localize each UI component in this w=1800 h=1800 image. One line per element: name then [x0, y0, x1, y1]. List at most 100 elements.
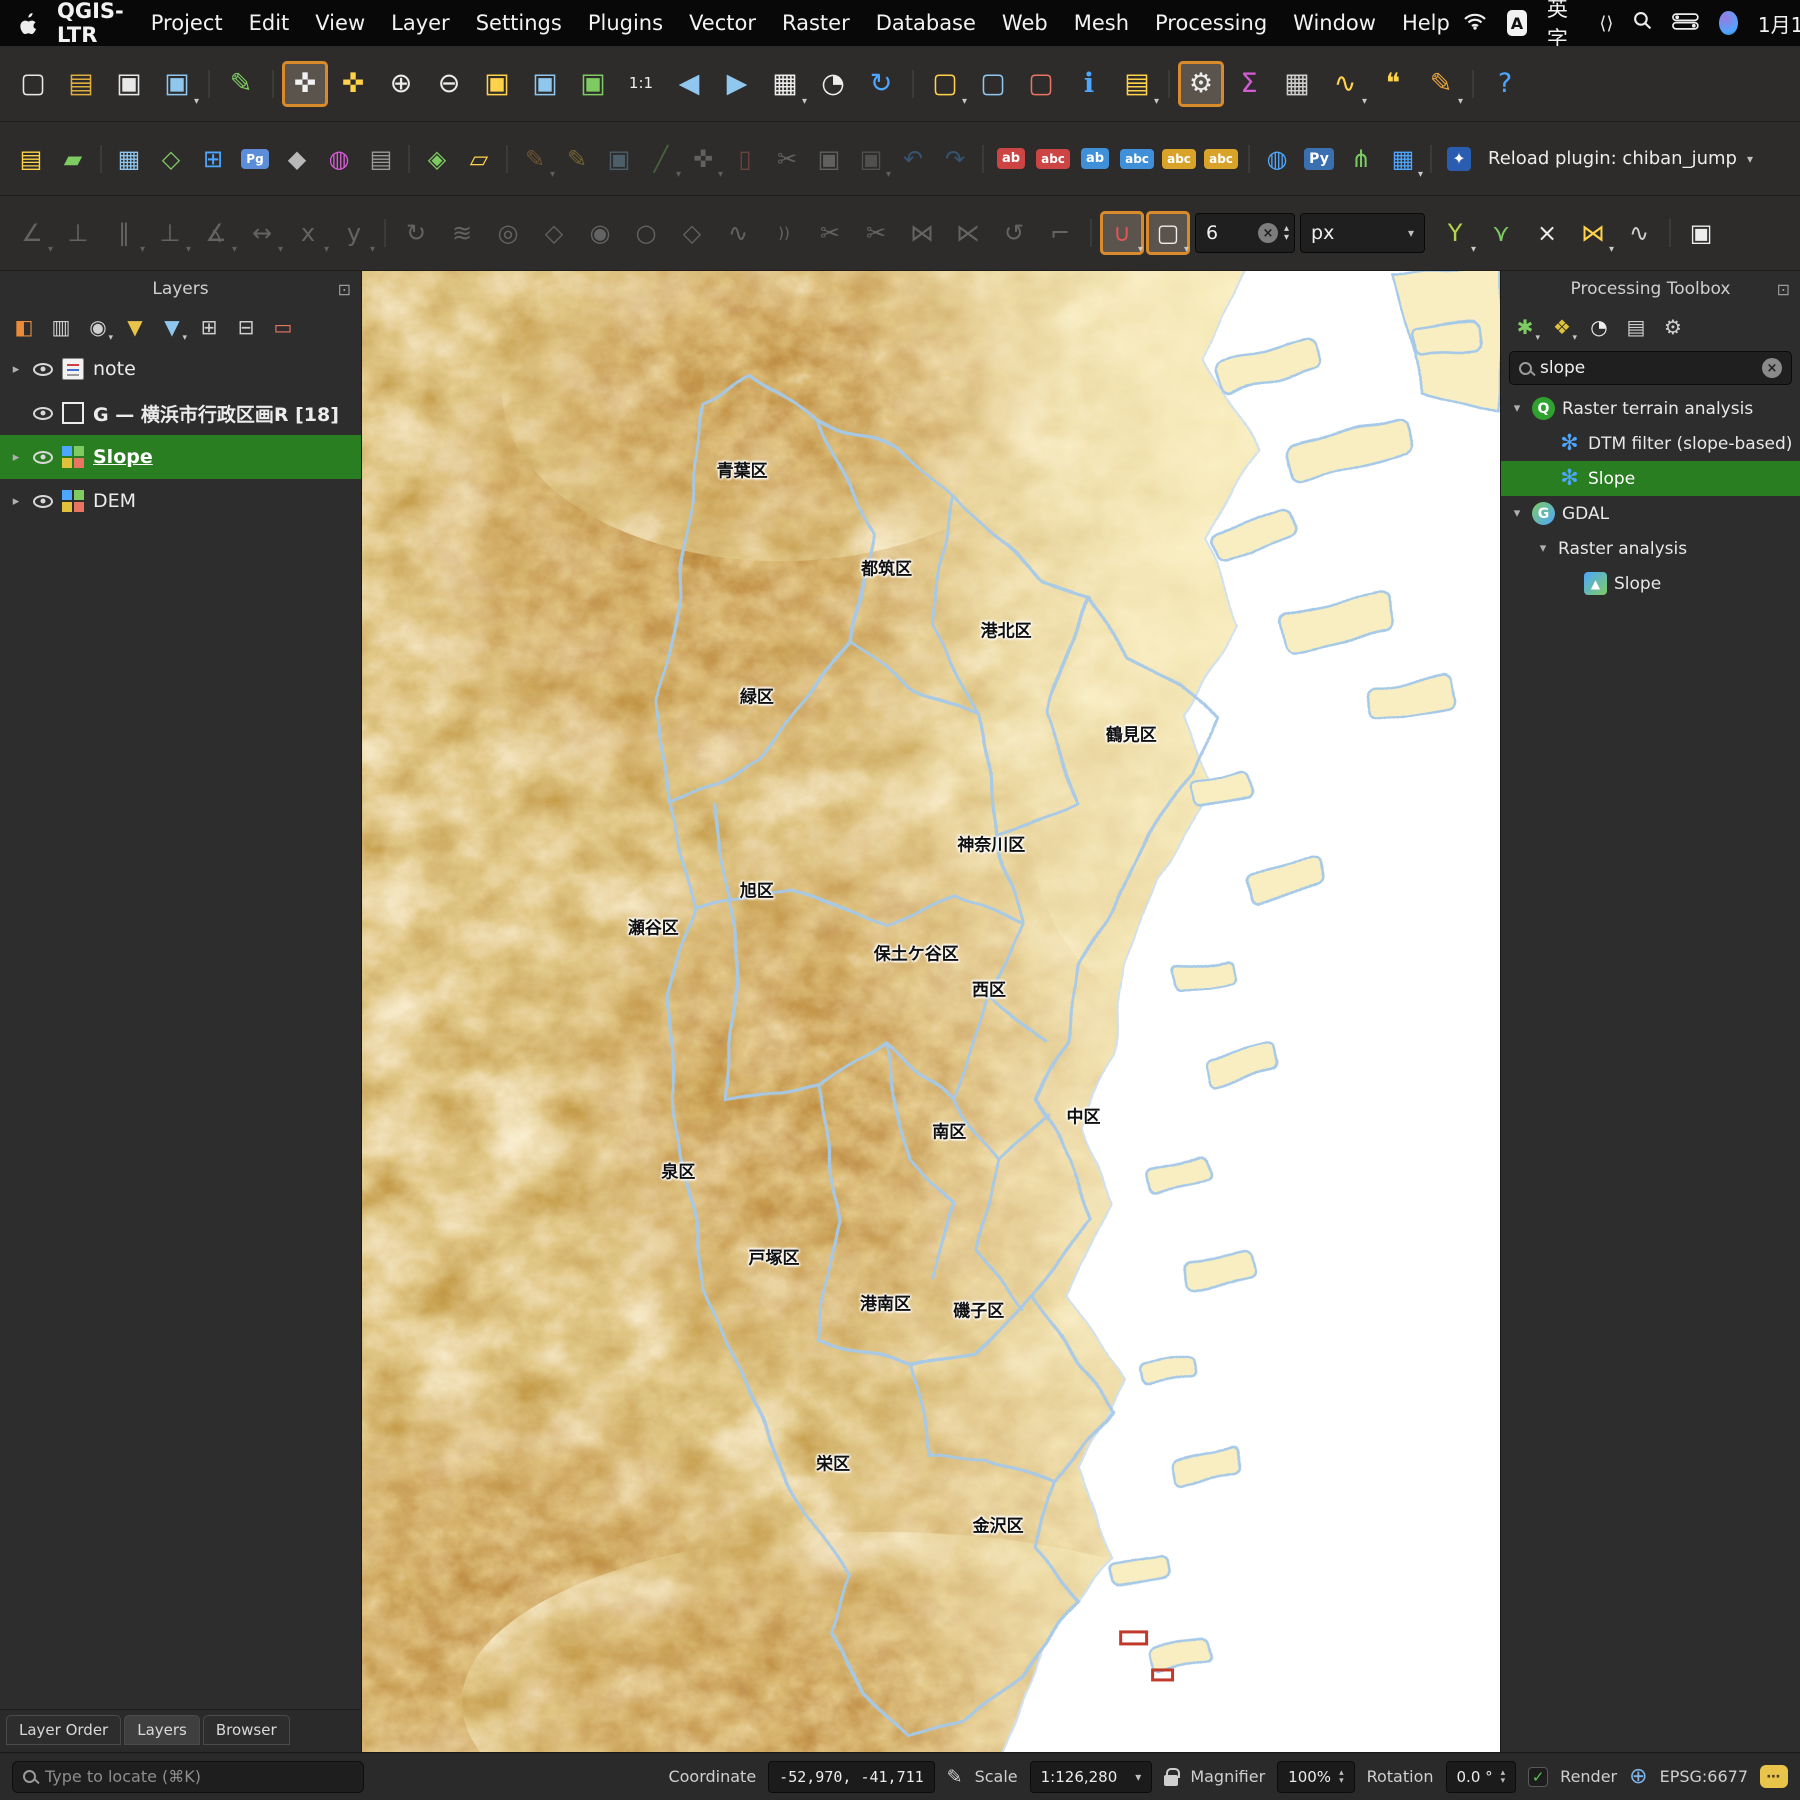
panel-float-icon[interactable]: ⊡ [338, 280, 351, 299]
zoom-out-tool[interactable]: ⊖ [426, 61, 472, 107]
processing-model-button[interactable]: ✱ ▾ [1509, 311, 1541, 343]
add-vector-layer-button[interactable]: ▰ [52, 138, 94, 180]
user-avatar-icon[interactable] [1719, 11, 1738, 35]
layer-expand-arrow[interactable]: ▸ [8, 362, 24, 377]
toggle-editing-button[interactable]: ✎ [556, 138, 598, 180]
refresh-map-button[interactable]: ↻ [858, 61, 904, 107]
text-snippet-icon[interactable]: ⟨⟩ [1599, 13, 1613, 34]
snapping-tolerance-spinbox[interactable]: × ▴▾ [1195, 213, 1296, 253]
processing-grid-button[interactable]: ▦ ▾ [1382, 138, 1424, 180]
menu-mesh[interactable]: Mesh [1061, 11, 1142, 35]
zoom-in-tool[interactable]: ⊕ [378, 61, 424, 107]
undo-button[interactable]: ↶ [892, 138, 934, 180]
annotation-button[interactable]: ✎ ▾ [1418, 61, 1464, 107]
layer-visibility-eye-icon[interactable] [33, 450, 53, 464]
menu-edit[interactable]: Edit [236, 11, 303, 35]
new-project-button[interactable]: ▢ [10, 61, 56, 107]
snapping-intersection-button[interactable]: × [1525, 211, 1569, 255]
tolerance-stepper[interactable]: ▴ ▾ [1284, 224, 1289, 243]
zoom-to-layer-button[interactable]: ▣ [570, 61, 616, 107]
crs-globe-icon[interactable]: ⊕ [1629, 1765, 1647, 1788]
menu-help[interactable]: Help [1389, 11, 1463, 35]
epsg-label[interactable]: EPSG:6677 [1660, 1767, 1748, 1786]
label-highlight-button[interactable]: abc [1032, 138, 1074, 180]
tab-layers[interactable]: Layers [124, 1715, 200, 1745]
options-button[interactable]: ⚙ [1178, 60, 1224, 107]
add-ring-tool[interactable]: ◎ [486, 211, 530, 255]
label-pin-button[interactable]: ab [990, 138, 1032, 180]
layer-row-slope[interactable]: ▸ Slope [0, 435, 361, 479]
merge-attributes-tool[interactable]: ⋉ [946, 211, 990, 255]
zoom-full-button[interactable]: ▣ [474, 61, 520, 107]
save-layer-edits-button[interactable]: ▣ [598, 138, 640, 180]
help-button[interactable]: ? [1482, 61, 1528, 107]
layer-expand-arrow[interactable]: ▸ [8, 494, 24, 509]
delete-selected-button[interactable]: ▯ [724, 138, 766, 180]
advanced-digitize-save-button[interactable]: ▣ [1679, 211, 1723, 255]
menu-database[interactable]: Database [863, 11, 989, 35]
open-layer-styling-button[interactable]: ◧ [8, 311, 40, 343]
simplify-feature-tool[interactable]: ≋ [440, 211, 484, 255]
toolbox-expand-caret[interactable]: ▾ [1509, 401, 1525, 416]
current-edits-button[interactable]: ✎ ▾ [514, 138, 556, 180]
zoom-to-selection-button[interactable]: ▣ [522, 61, 568, 107]
app-name[interactable]: QGIS-LTR [43, 0, 138, 47]
layer-expand-arrow[interactable]: ▸ [8, 450, 24, 465]
coordinate-value-box[interactable]: -52,970, -41,711 [768, 1760, 935, 1793]
collapse-all-button[interactable]: ⊟ [230, 311, 262, 343]
new-shapefile-button[interactable]: ▱ [458, 138, 500, 180]
trim-extend-tool[interactable]: ⌐ [1038, 211, 1082, 255]
add-xyz-layer-button[interactable]: ▤ [360, 138, 402, 180]
measure-tool[interactable]: ∿ ▾ [1322, 61, 1368, 107]
layer-visibility-eye-icon[interactable] [33, 494, 53, 508]
cut-features-button[interactable]: ✂ [766, 138, 808, 180]
wifi-icon[interactable] [1463, 11, 1487, 35]
filter-legend-button[interactable]: ▼ [119, 311, 151, 343]
avoid-overlap-button[interactable]: ⋈ ▾ [1571, 211, 1615, 255]
x-constraint-button[interactable]: x ▾ [286, 211, 330, 255]
move-feature-tool[interactable]: ✜ ▾ [682, 138, 724, 180]
tracing-toggle-button[interactable]: ⋎ [1479, 211, 1523, 255]
temporal-controller-button[interactable]: ◔ [810, 61, 856, 107]
copy-features-button[interactable]: ▣ [808, 138, 850, 180]
menu-view[interactable]: View [302, 11, 378, 35]
tab-browser[interactable]: Browser [202, 1715, 290, 1745]
attribute-table-button[interactable]: ▦ [1274, 61, 1320, 107]
tab-layer-order[interactable]: Layer Order [6, 1715, 122, 1745]
menu-settings[interactable]: Settings [463, 11, 575, 35]
layer-row-g-r-18[interactable]: G — 横浜市行政区画R [18] [0, 391, 361, 435]
snapping-type-button[interactable]: ▢ ▾ [1146, 211, 1190, 255]
expand-all-button[interactable]: ⊞ [193, 311, 225, 343]
processing-searchbox[interactable]: × [1509, 351, 1792, 385]
menubar-datetime[interactable]: 1月13日(火) 7:26:10 [1758, 9, 1800, 38]
add-raster-layer-button[interactable]: ▦ [108, 138, 150, 180]
zoom-last-button[interactable]: ◀ [666, 61, 712, 107]
rotation-spinbox[interactable]: 0.0 ° ▴ ▾ [1445, 1760, 1517, 1793]
menu-raster[interactable]: Raster [769, 11, 863, 35]
menu-processing[interactable]: Processing [1142, 11, 1280, 35]
layer-row-dem[interactable]: ▸ DEM [0, 479, 361, 523]
label-move-button[interactable]: ab [1074, 138, 1116, 180]
deselect-features-button[interactable]: ▢ [1018, 61, 1064, 107]
map-canvas[interactable]: 青葉区 都筑区 港北区 緑区 鶴見区 神奈川区 旭区 瀬谷区 保土ケ谷区 西区 南区 中区 泉区 戸塚区港… [362, 271, 1500, 1752]
toolbox-item-slope[interactable]: ▲ Slope [1501, 566, 1800, 601]
menu-project[interactable]: Project [138, 11, 236, 35]
label-change-button[interactable]: abc [1158, 138, 1200, 180]
reload-plugin-label[interactable]: Reload plugin: chiban_jump [1488, 148, 1737, 169]
menu-layer[interactable]: Layer [378, 11, 463, 35]
style-manager-button[interactable]: ✎ [218, 61, 264, 107]
processing-panel-float-icon[interactable]: ⊡ [1777, 280, 1790, 299]
plugin-dropdown-caret-icon[interactable]: ▾ [1747, 152, 1753, 166]
rotate-feature-tool[interactable]: ↻ [394, 211, 438, 255]
fill-ring-tool[interactable]: ◉ [578, 211, 622, 255]
toolbox-expand-caret[interactable]: ▾ [1535, 541, 1551, 556]
python-console-button[interactable]: Py [1298, 138, 1340, 180]
identify-features-tool[interactable]: ℹ [1066, 61, 1112, 107]
stream-digitizing-button[interactable]: ∿ [1617, 211, 1661, 255]
toolbox-item-gdal[interactable]: ▾ G GDAL [1501, 496, 1800, 531]
zoom-native-button[interactable]: 1:1 [618, 61, 664, 107]
open-project-button[interactable]: ▤ [58, 61, 104, 107]
split-parts-tool[interactable]: ✂ [854, 211, 898, 255]
magnifier-stepper[interactable]: ▴ ▾ [1339, 1768, 1344, 1785]
offset-curve-tool[interactable]: )) [762, 211, 806, 255]
